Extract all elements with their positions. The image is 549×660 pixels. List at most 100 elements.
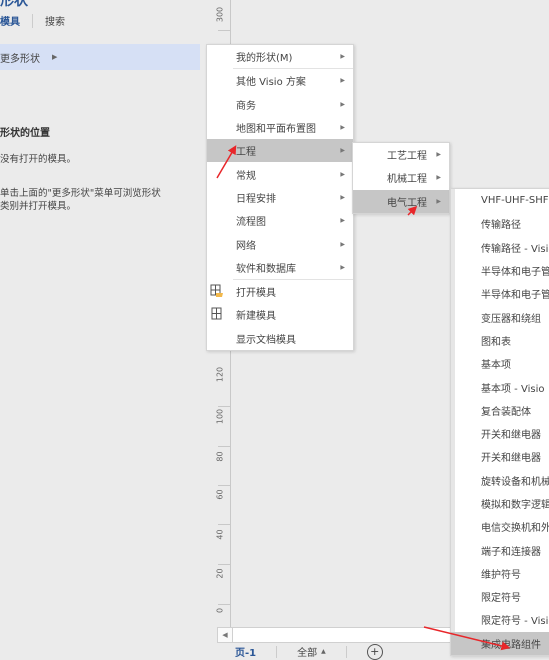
menu-item-stencil[interactable]: 复合装配体: [451, 399, 549, 422]
menu-item-label: 半导体和电子管: [481, 290, 549, 302]
submenu-arrow-icon: ▶: [340, 124, 345, 132]
submenu-arrow-icon: ▶: [340, 53, 345, 61]
ruler-tick: 60: [215, 489, 225, 500]
submenu-arrow-icon: ▶: [340, 193, 345, 201]
submenu-arrow-icon: ▶: [436, 197, 441, 205]
menu-item-label: 流程图: [236, 217, 266, 229]
submenu-arrow-icon: ▶: [340, 77, 345, 85]
submenu-arrow-icon: ▶: [340, 170, 345, 178]
status-divider: [276, 645, 278, 658]
menu-item-stencil[interactable]: 旋转设备和机械: [451, 469, 549, 492]
menu-item-electrical-engineering[interactable]: 电气工程 ▶: [353, 189, 449, 213]
menu-item-general[interactable]: 常规 ▶: [207, 162, 353, 185]
menu-item-stencil[interactable]: 模拟和数字逻辑: [451, 492, 549, 515]
open-stencil-icon: [210, 284, 223, 297]
all-pages-button[interactable]: 全部: [297, 644, 317, 659]
menu-item-label: 打开模具: [236, 288, 276, 300]
menu-item-maps[interactable]: 地图和平面布置图 ▶: [207, 116, 353, 139]
menu-item-schedule[interactable]: 日程安排 ▶: [207, 186, 353, 209]
submenu-arrow-icon: ▶: [340, 240, 345, 248]
shapes-pane: 形状 模具 搜索 更多形状 ▶ 形状的位置 没有打开的模具。 单击上面的"更多形…: [0, 0, 206, 660]
menu-item-stencil[interactable]: 半导体和电子管: [451, 259, 549, 282]
menu-item-label: 基本项: [481, 360, 511, 372]
menu-item-label: 限定符号 - Visio: [481, 616, 549, 628]
ruler-tick: 80: [215, 451, 225, 462]
status-divider: [345, 645, 347, 658]
ruler-mark: [218, 524, 230, 525]
caret-up-icon: ▲: [321, 648, 326, 655]
tab-search[interactable]: 搜索: [45, 13, 73, 28]
menu-item-other-visio[interactable]: 其他 Visio 方案 ▶: [207, 69, 353, 92]
menu-item-business[interactable]: 商务 ▶: [207, 93, 353, 116]
more-shapes-button[interactable]: 更多形状 ▶: [0, 44, 206, 70]
tab-stencils[interactable]: 模具: [0, 13, 28, 28]
ruler-tick: 120: [215, 366, 225, 383]
menu-item-stencil[interactable]: 半导体和电子管: [451, 282, 549, 305]
menu-item-software-db[interactable]: 软件和数据库 ▶: [207, 256, 353, 279]
menu-item-new-stencil[interactable]: 新建模具: [207, 303, 353, 326]
submenu-arrow-icon: ▶: [436, 174, 441, 182]
menu-item-label: 基本项 - Visio: [481, 383, 545, 395]
menu-item-label: 显示文档模具: [236, 334, 296, 346]
menu-item-label: 限定符号: [481, 593, 521, 605]
scroll-left-icon[interactable]: ◀: [218, 628, 233, 642]
menu-item-label: 地图和平面布置图: [236, 124, 316, 136]
pane-tabs: 模具 搜索: [0, 13, 73, 28]
menu-item-document-stencil[interactable]: 显示文档模具: [207, 327, 353, 350]
menu-item-label: 图和表: [481, 336, 511, 348]
submenu-arrow-icon: ▶: [340, 263, 345, 271]
menu-item-stencil[interactable]: 传输路径 - Visio: [451, 236, 549, 259]
menu-item-my-shapes[interactable]: 我的形状(M) ▶: [207, 45, 353, 68]
menu-item-label: 工艺工程: [387, 151, 427, 163]
menu-item-label: 半导体和电子管: [481, 267, 549, 279]
page-tab[interactable]: 页-1: [235, 644, 256, 659]
electrical-engineering-submenu: VHF-UHF-SHF 传输路径 传输路径 - Visio 半导体和电子管 半导…: [450, 188, 549, 656]
ruler-mark: [218, 446, 230, 447]
menu-item-stencil[interactable]: 电信交换机和外围设备: [451, 515, 549, 538]
menu-item-engineering[interactable]: 工程 ▶: [207, 139, 353, 163]
pane-title: 形状: [0, 0, 28, 9]
menu-item-label: 机械工程: [387, 174, 427, 186]
menu-item-stencil[interactable]: 基本项 - Visio: [451, 375, 549, 398]
add-page-button[interactable]: +: [366, 643, 383, 660]
menu-item-stencil[interactable]: 维护符号: [451, 562, 549, 585]
menu-item-stencil[interactable]: 开关和继电器: [451, 445, 549, 468]
menu-item-open-stencil[interactable]: 打开模具: [207, 280, 353, 303]
menu-item-stencil[interactable]: 基本项: [451, 352, 549, 375]
menu-item-label: 网络: [236, 240, 256, 252]
info-title: 形状的位置: [0, 128, 50, 139]
ruler-mark: [218, 406, 230, 407]
tab-divider: [32, 13, 33, 28]
submenu-arrow-icon: ▶: [436, 151, 441, 159]
menu-item-stencil[interactable]: 传输路径: [451, 212, 549, 235]
menu-item-network[interactable]: 网络 ▶: [207, 232, 353, 255]
menu-item-stencil[interactable]: 限定符号 - Visio: [451, 608, 549, 631]
info-hint-line2: 类别并打开模具。: [0, 201, 77, 212]
menu-item-label: 我的形状(M): [236, 53, 293, 65]
menu-item-label: 模拟和数字逻辑: [481, 500, 549, 511]
menu-item-stencil[interactable]: 开关和继电器: [451, 422, 549, 445]
menu-item-stencil[interactable]: 端子和连接器: [451, 538, 549, 561]
engineering-submenu: 工艺工程 ▶ 机械工程 ▶ 电气工程 ▶: [352, 142, 450, 214]
menu-item-stencil[interactable]: 图和表: [451, 329, 549, 352]
menu-item-stencil[interactable]: 限定符号: [451, 585, 549, 608]
menu-item-label: 开关和继电器: [481, 453, 541, 465]
menu-item-label: 复合装配体: [481, 406, 531, 418]
menu-item-flowchart[interactable]: 流程图 ▶: [207, 209, 353, 232]
menu-item-stencil[interactable]: 变压器和绕组: [451, 305, 549, 328]
menu-item-mechanical-engineering[interactable]: 机械工程 ▶: [353, 166, 449, 189]
ruler-tick: 300: [215, 6, 225, 23]
menu-item-integrated-circuit[interactable]: 集成电路组件: [451, 631, 549, 655]
menu-item-label: 维护符号: [481, 569, 521, 581]
ruler-mark: [218, 30, 230, 31]
menu-item-label: 新建模具: [236, 311, 276, 323]
new-stencil-icon: [211, 307, 222, 320]
ruler-tick: 100: [215, 408, 225, 425]
menu-item-label: 开关和继电器: [481, 430, 541, 442]
menu-item-label: 工程: [236, 147, 256, 159]
info-no-stencils: 没有打开的模具。: [0, 154, 77, 165]
menu-item-label: 端子和连接器: [481, 546, 541, 558]
menu-item-stencil[interactable]: VHF-UHF-SHF: [451, 189, 549, 212]
menu-item-process-engineering[interactable]: 工艺工程 ▶: [353, 143, 449, 166]
more-shapes-label: 更多形状: [0, 53, 40, 65]
